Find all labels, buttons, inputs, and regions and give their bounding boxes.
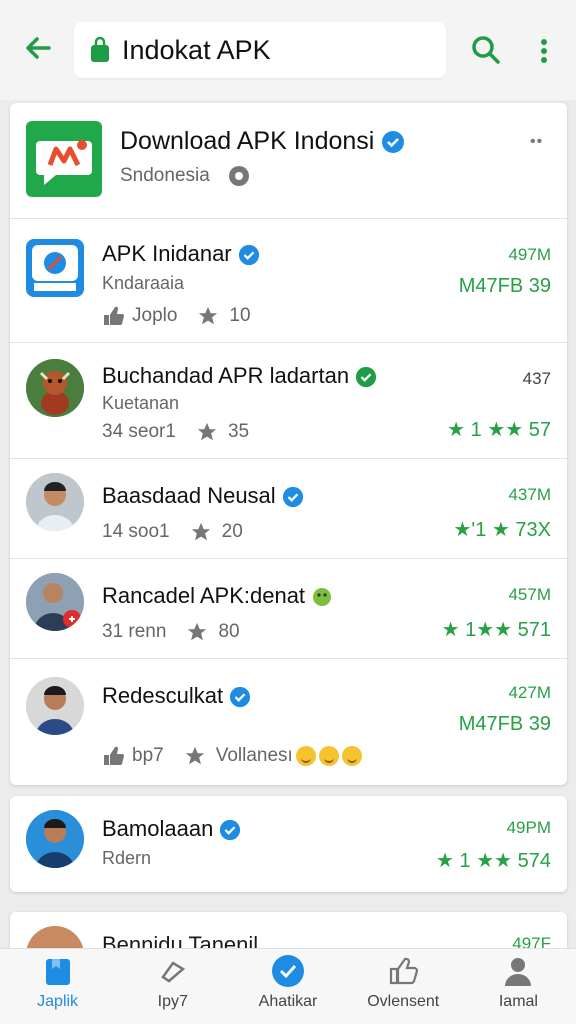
- app-rating: ★ 1 ★★ 574: [436, 850, 551, 872]
- app-name: Rancadel APK:denat: [102, 583, 333, 609]
- app-name: Buchandad APR ladartan: [102, 363, 377, 389]
- app-developer: Kuetanan: [102, 393, 180, 413]
- results-card: Download APK Indonsi Sndonesia •• APK In…: [10, 103, 567, 785]
- app-size: 437: [522, 369, 551, 388]
- featured-app[interactable]: Download APK Indonsi Sndonesia ••: [10, 103, 567, 219]
- app-name: Baasdaad Neusal: [102, 483, 304, 509]
- list-item[interactable]: Redesculkat bp7 Vollanesı 427M M47FB 39: [10, 659, 567, 785]
- avatar: [26, 810, 84, 868]
- verified-badge-icon: [382, 131, 405, 154]
- thumbs-up-icon: [104, 746, 124, 766]
- list-item[interactable]: Baasdaad Neusal 14 soo1 20 437M ★'1 ★ 73…: [10, 459, 567, 559]
- nav-label: Iamal: [498, 993, 538, 1010]
- search-field[interactable]: [74, 22, 446, 78]
- app-name: APK Inidanar: [102, 241, 260, 267]
- person-icon: [505, 958, 532, 986]
- avatar: [26, 359, 84, 417]
- app-meta: 14 soo1 20: [102, 521, 243, 542]
- emoji-icon: [341, 746, 362, 766]
- verified-badge-icon: [238, 245, 259, 266]
- star-icon: [199, 306, 218, 325]
- thumbs-up-icon: [104, 306, 124, 326]
- list-item[interactable]: APK Inidanar Kndaraaia Joplo 10 497M M47…: [10, 219, 567, 343]
- app-size: 437M: [508, 485, 551, 504]
- app-meta: 31 renn 80: [102, 621, 240, 642]
- list-item[interactable]: Bamolaaan Rdern 49PM ★ 1 ★★ 574: [10, 796, 567, 892]
- nav-item-japlik[interactable]: Japlik: [0, 949, 115, 1024]
- app-developer: Rdern: [102, 848, 152, 868]
- nav-label: Ipy7: [157, 993, 188, 1010]
- star-icon: [188, 622, 207, 641]
- star-icon: [191, 522, 210, 541]
- megaphone-icon: [161, 961, 185, 983]
- featured-more-icon[interactable]: ••: [530, 133, 543, 151]
- search-input[interactable]: [122, 34, 422, 66]
- app-size: 427M: [508, 683, 551, 702]
- back-button[interactable]: [18, 28, 58, 68]
- nav-label: Ovlensent: [367, 993, 440, 1010]
- verified-badge-icon: [272, 955, 304, 987]
- bookmark-icon: [45, 959, 70, 985]
- avatar: [26, 573, 84, 631]
- verified-badge-icon: [282, 487, 303, 508]
- verified-badge-icon: [356, 367, 377, 388]
- top-app-bar: [0, 0, 576, 100]
- app-rating: ★ 1★★ 571: [441, 619, 551, 641]
- featured-app-icon: [26, 121, 102, 197]
- nav-item-iamal[interactable]: Iamal: [461, 949, 576, 1024]
- android-icon: [313, 588, 332, 607]
- featured-title: Download APK Indonsi: [120, 127, 405, 156]
- bottom-navigation: Japlik Ipy7 Ahatikar Ovlensent Iamal: [0, 948, 576, 1024]
- verified-badge-icon: [230, 687, 251, 708]
- nav-label: Ahatikar: [258, 993, 318, 1010]
- list-item[interactable]: Buchandad APR ladartan Kuetanan 34 seor1…: [10, 343, 567, 459]
- emoji-icon: [318, 746, 339, 766]
- app-rating: M47FB 39: [458, 713, 551, 735]
- verified-badge-icon: [220, 820, 241, 841]
- arrow-left-icon: [26, 37, 51, 59]
- app-size: 457M: [508, 585, 551, 604]
- featured-subtitle: Sndonesia: [120, 165, 210, 186]
- emoji-icon: [295, 746, 316, 766]
- app-rating: ★ 1 ★★ 57: [447, 419, 551, 441]
- app-size: 497M: [508, 245, 551, 264]
- search-icon: [472, 36, 500, 64]
- overflow-menu-button[interactable]: [530, 34, 558, 68]
- app-rating: ★'1 ★ 73X: [453, 519, 552, 541]
- search-button[interactable]: [466, 30, 506, 70]
- app-developer: Kndaraaia: [102, 273, 185, 293]
- nav-item-ipy7[interactable]: Ipy7: [115, 949, 230, 1024]
- shopping-bag-icon: [91, 37, 109, 62]
- star-icon: [197, 422, 217, 441]
- more-vert-icon: [541, 39, 547, 63]
- app-size: 49PM: [506, 818, 551, 837]
- app-meta: bp7 Vollanesı: [102, 745, 362, 767]
- thumbs-up-icon: [390, 957, 419, 985]
- star-icon: [185, 746, 204, 765]
- nav-item-ahatikar[interactable]: Ahatikar: [230, 949, 345, 1024]
- globe-icon: [229, 166, 249, 186]
- list-item[interactable]: Rancadel APK:denat 31 renn 80 457M ★ 1★★…: [10, 559, 567, 659]
- app-name: Bamolaaan: [102, 816, 241, 842]
- app-rating: M47FB 39: [458, 275, 551, 297]
- app-name: Redesculkat: [102, 683, 251, 709]
- nav-label: Japlik: [37, 993, 79, 1010]
- result-card[interactable]: Bamolaaan Rdern 49PM ★ 1 ★★ 574: [10, 796, 567, 892]
- nav-item-ovlensent[interactable]: Ovlensent: [346, 949, 461, 1024]
- app-icon: [26, 239, 84, 297]
- app-meta: Joplo 10: [102, 305, 251, 327]
- avatar: [26, 473, 84, 531]
- avatar: [26, 677, 84, 735]
- app-meta: 34 seor1 35: [102, 421, 250, 442]
